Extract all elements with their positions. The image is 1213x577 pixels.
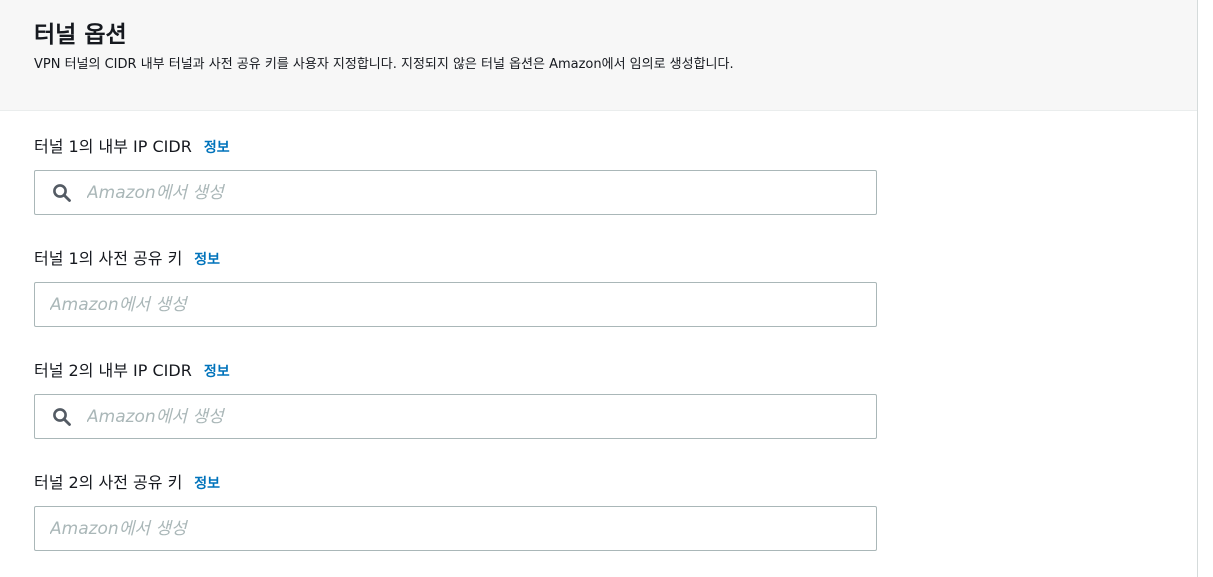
tunnel2-preshared-key-input-box[interactable] — [34, 506, 877, 551]
tunnel1-preshared-key-input-box[interactable] — [34, 282, 877, 327]
field-label-row: 터널 1의 사전 공유 키 정보 — [34, 243, 1197, 277]
tunnel1-inside-cidr-label: 터널 1의 내부 IP CIDR — [34, 137, 192, 156]
tunnel1-preshared-key-label: 터널 1의 사전 공유 키 — [34, 249, 183, 268]
tunnel1-inside-cidr-input[interactable] — [35, 171, 876, 214]
field-label-row: 터널 1의 내부 IP CIDR 정보 — [34, 131, 1197, 165]
tunnel2-inside-cidr-info-link[interactable]: 정보 — [204, 361, 230, 381]
tunnel2-inside-cidr-field: 터널 2의 내부 IP CIDR 정보 — [34, 355, 1197, 467]
search-icon — [53, 184, 71, 202]
tunnel2-inside-cidr-input[interactable] — [35, 395, 876, 438]
tunnel1-inside-cidr-input-box[interactable] — [34, 170, 877, 215]
page: 터널 옵션 VPN 터널의 CIDR 내부 터널과 사전 공유 키를 사용자 지… — [0, 0, 1213, 577]
field-label-row: 터널 2의 사전 공유 키 정보 — [34, 467, 1197, 501]
tunnel1-preshared-key-info-link[interactable]: 정보 — [194, 249, 220, 269]
search-icon — [53, 408, 71, 426]
tunnel-options-panel: 터널 옵션 VPN 터널의 CIDR 내부 터널과 사전 공유 키를 사용자 지… — [0, 0, 1198, 577]
section-title: 터널 옵션 — [34, 22, 127, 48]
tunnel2-inside-cidr-input-box[interactable] — [34, 394, 877, 439]
tunnel1-inside-cidr-info-link[interactable]: 정보 — [204, 137, 230, 157]
panel-header: 터널 옵션 VPN 터널의 CIDR 내부 터널과 사전 공유 키를 사용자 지… — [0, 0, 1197, 111]
section-description: VPN 터널의 CIDR 내부 터널과 사전 공유 키를 사용자 지정합니다. … — [34, 57, 734, 72]
tunnel2-inside-cidr-label: 터널 2의 내부 IP CIDR — [34, 361, 192, 380]
tunnel1-inside-cidr-field: 터널 1의 내부 IP CIDR 정보 — [34, 131, 1197, 243]
tunnel2-preshared-key-label: 터널 2의 사전 공유 키 — [34, 473, 183, 492]
tunnel2-preshared-key-field: 터널 2의 사전 공유 키 정보 — [34, 467, 1197, 577]
tunnel2-preshared-key-info-link[interactable]: 정보 — [194, 473, 220, 493]
tunnel1-preshared-key-input[interactable] — [35, 283, 876, 326]
tunnel2-preshared-key-input[interactable] — [35, 507, 876, 550]
field-label-row: 터널 2의 내부 IP CIDR 정보 — [34, 355, 1197, 389]
panel-body: 터널 1의 내부 IP CIDR 정보 터널 1의 사전 공유 키 정보 — [0, 111, 1197, 577]
tunnel1-preshared-key-field: 터널 1의 사전 공유 키 정보 — [34, 243, 1197, 355]
